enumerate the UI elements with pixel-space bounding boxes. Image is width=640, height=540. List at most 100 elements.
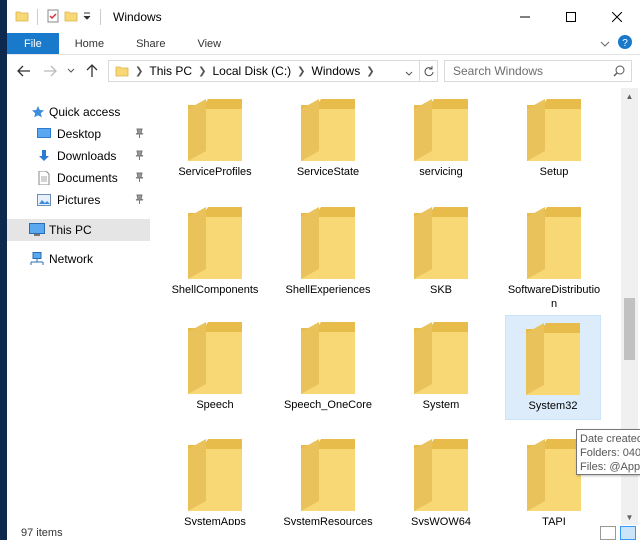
breadcrumb-local-disk[interactable]: Local Disk (C:) <box>212 64 291 78</box>
folder-item-selected[interactable]: System32 <box>505 315 601 420</box>
computer-icon <box>29 222 45 238</box>
sidebar-item-desktop[interactable]: Desktop <box>7 123 150 145</box>
status-bar: 97 items <box>7 526 640 540</box>
folder-name: TAPI <box>542 516 566 525</box>
folder-icon <box>526 323 580 395</box>
sidebar-item-label: Desktop <box>57 127 102 141</box>
refresh-icon[interactable] <box>419 61 437 81</box>
folder-name: System32 <box>528 400 578 412</box>
sidebar-item-network[interactable]: Network <box>7 248 150 270</box>
folder-name: ShellExperiences <box>285 284 371 296</box>
properties-icon[interactable] <box>46 9 60 26</box>
folder-name: ServiceState <box>296 166 360 178</box>
pin-icon[interactable] <box>135 171 144 185</box>
help-icon[interactable]: ? <box>618 35 632 52</box>
recent-locations-button[interactable] <box>63 59 79 83</box>
tooltip-line: Folders: 0409 <box>580 447 640 459</box>
folder-item[interactable]: SKB <box>393 203 489 297</box>
toolbar-divider <box>37 9 38 25</box>
forward-button[interactable] <box>37 59 63 83</box>
breadcrumb-this-pc[interactable]: This PC <box>149 64 192 78</box>
item-count: 97 items <box>21 527 63 539</box>
folder-item[interactable]: SystemResources <box>280 435 376 525</box>
folder-icon <box>188 322 242 394</box>
folder-item[interactable]: Setup <box>506 95 602 179</box>
sidebar-item-quick-access[interactable]: Quick access <box>7 101 150 123</box>
sidebar-item-label: Pictures <box>57 193 101 207</box>
tab-file[interactable]: File <box>7 33 59 54</box>
folder-item[interactable]: Speech_OneCore <box>280 318 376 412</box>
folder-icon <box>301 99 355 161</box>
sidebar-item-this-pc[interactable]: This PC <box>7 219 150 241</box>
large-icons-view-button[interactable] <box>620 526 636 540</box>
sidebar-item-label: Network <box>49 252 94 266</box>
network-icon <box>29 251 45 267</box>
folder-item[interactable]: SystemApps <box>167 435 263 525</box>
tab-view[interactable]: View <box>181 33 237 54</box>
folder-icon <box>301 322 355 394</box>
toolbar-divider <box>100 9 101 25</box>
folder-name: SoftwareDistribution <box>507 284 601 310</box>
search-icon[interactable] <box>613 65 625 80</box>
window-title: Windows <box>113 10 162 24</box>
folder-item[interactable]: ShellComponents <box>167 203 263 297</box>
folder-icon <box>301 207 355 279</box>
maximize-button[interactable] <box>548 0 594 34</box>
folder-icon <box>414 322 468 394</box>
scroll-up-icon[interactable]: ▲ <box>621 88 638 104</box>
search-input[interactable]: Search Windows <box>444 60 632 82</box>
title-bar: Windows <box>7 0 640 34</box>
star-icon <box>30 104 46 120</box>
scrollbar-thumb[interactable] <box>624 298 635 360</box>
explorer-window: Windows File Home Share View ? ❯ This PC… <box>0 0 640 540</box>
sidebar-item-downloads[interactable]: Downloads <box>7 145 150 167</box>
close-button[interactable] <box>594 0 640 34</box>
folder-name: Setup <box>539 166 569 178</box>
breadcrumb-separator: ❯ <box>135 65 144 77</box>
folder-item[interactable]: ServiceState <box>280 95 376 179</box>
pin-icon[interactable] <box>135 127 144 141</box>
folder-item[interactable]: System <box>393 318 489 412</box>
tooltip-line: Date created <box>580 433 640 445</box>
folder-icon <box>115 64 129 78</box>
folder-name: ShellComponents <box>171 284 259 296</box>
quick-access-toolbar <box>15 9 105 26</box>
pin-icon[interactable] <box>135 193 144 207</box>
document-icon <box>36 170 52 186</box>
folder-name: servicing <box>419 166 463 178</box>
ribbon-right: ? <box>600 33 640 54</box>
sidebar-item-pictures[interactable]: Pictures <box>7 189 150 211</box>
customize-dropdown-icon[interactable] <box>82 10 92 24</box>
folder-item[interactable]: ShellExperiences <box>280 203 376 297</box>
breadcrumb-windows[interactable]: Windows <box>312 64 361 78</box>
address-dropdown-icon[interactable] <box>405 66 413 80</box>
folder-name: SKB <box>429 284 452 296</box>
tab-home[interactable]: Home <box>59 33 120 54</box>
pin-icon[interactable] <box>135 149 144 163</box>
folder-item[interactable]: ServiceProfiles <box>167 95 263 179</box>
ribbon-tabs: File Home Share View ? <box>7 33 640 55</box>
desktop-icon <box>36 126 52 142</box>
tab-share[interactable]: Share <box>120 33 181 54</box>
file-list: ServiceProfiles ServiceState servicing S… <box>152 90 619 525</box>
download-icon <box>36 148 52 164</box>
sidebar-item-label: This PC <box>49 223 92 237</box>
pictures-icon <box>36 192 52 208</box>
folder-item[interactable]: SoftwareDistribution <box>506 203 602 311</box>
window-controls <box>502 0 640 34</box>
minimize-button[interactable] <box>502 0 548 34</box>
folder-item[interactable]: SysWOW64 <box>393 435 489 525</box>
up-button[interactable] <box>79 59 105 83</box>
address-bar[interactable]: ❯ This PC ❯ Local Disk (C:) ❯ Windows ❯ <box>108 60 438 82</box>
scroll-down-icon[interactable]: ▼ <box>621 509 638 525</box>
sidebar-item-documents[interactable]: Documents <box>7 167 150 189</box>
new-folder-icon[interactable] <box>64 9 78 26</box>
folder-icon <box>188 99 242 161</box>
expand-ribbon-icon[interactable] <box>600 37 610 51</box>
sidebar-item-label: Documents <box>57 171 118 185</box>
folder-icon <box>15 9 29 26</box>
folder-item[interactable]: servicing <box>393 95 489 179</box>
details-view-button[interactable] <box>600 526 616 540</box>
folder-item[interactable]: Speech <box>167 318 263 412</box>
back-button[interactable] <box>11 59 37 83</box>
